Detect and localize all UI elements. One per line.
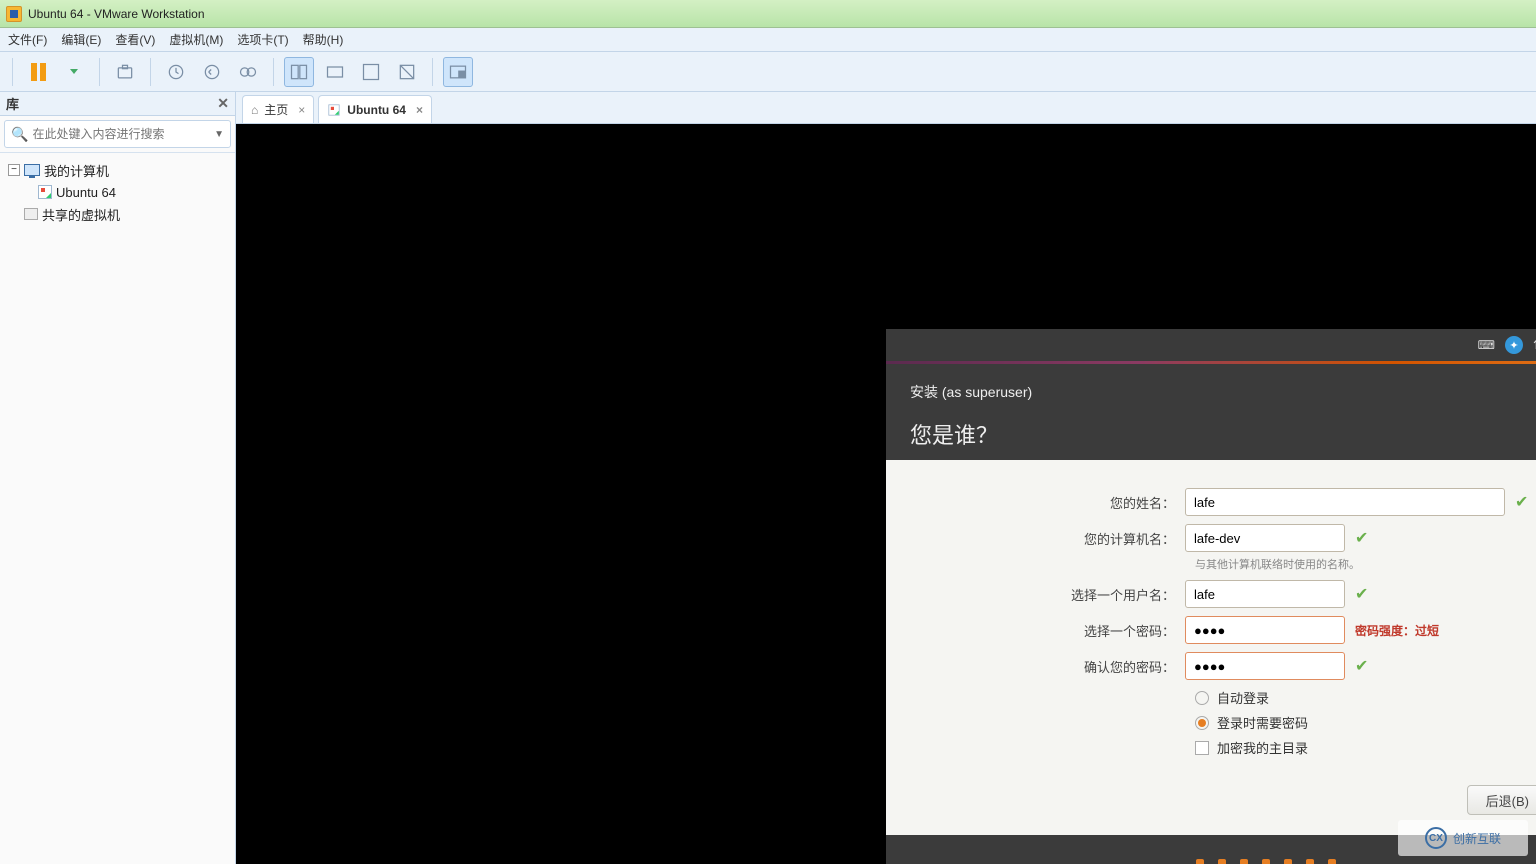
tab-home-close-icon[interactable]: × bbox=[298, 103, 305, 117]
library-search[interactable]: 🔍 ▼ bbox=[4, 120, 231, 148]
host-hint: 与其他计算机联络时使用的名称。 bbox=[1195, 556, 1536, 572]
menu-edit[interactable]: 编辑(E) bbox=[61, 31, 101, 48]
view-fullscreen-icon[interactable] bbox=[356, 57, 386, 87]
snapshot-manager-icon[interactable] bbox=[233, 57, 263, 87]
radio-require-password[interactable]: 登录时需要密码 bbox=[1195, 713, 1536, 732]
snapshot-button[interactable] bbox=[110, 57, 140, 87]
password-input[interactable] bbox=[1185, 616, 1345, 644]
tab-ubuntu-close-icon[interactable]: × bbox=[416, 103, 423, 117]
power-dropdown[interactable] bbox=[59, 57, 89, 87]
search-icon: 🔍 bbox=[11, 126, 28, 143]
view-console-icon[interactable] bbox=[284, 57, 314, 87]
password-label: 选择一个密码： bbox=[910, 621, 1185, 640]
keyboard-icon[interactable]: ⌨ bbox=[1478, 338, 1495, 352]
library-tree: − 我的计算机 Ubuntu 64 共享的虚拟机 bbox=[0, 153, 235, 231]
tree-vm-ubuntu[interactable]: Ubuntu 64 bbox=[4, 181, 231, 203]
password2-label: 确认您的密码： bbox=[910, 657, 1185, 676]
radio-require-password-label: 登录时需要密码 bbox=[1217, 713, 1308, 732]
view-unity-icon[interactable] bbox=[392, 57, 422, 87]
password2-input[interactable] bbox=[1185, 652, 1345, 680]
radio-icon[interactable] bbox=[1195, 716, 1209, 730]
tab-ubuntu-label: Ubuntu 64 bbox=[347, 103, 406, 117]
search-dropdown-icon[interactable]: ▼ bbox=[214, 129, 224, 140]
ubuntu-top-panel: ⌨ ✦ ⇅ En ⚹ 🔊 ⚙ bbox=[886, 329, 1536, 361]
user-label: 选择一个用户名： bbox=[910, 585, 1185, 604]
tree-shared[interactable]: 共享的虚拟机 bbox=[4, 203, 231, 225]
radio-auto-login[interactable]: 自动登录 bbox=[1195, 688, 1536, 707]
ubuntu-installer-window: ⌨ ✦ ⇅ En ⚹ 🔊 ⚙ 安装 (as superuser) 您是谁？ 您的… bbox=[886, 329, 1536, 864]
ubuntu-form: 您的姓名： ✔ 您的计算机名： ✔ 与其他计算机联络时使用的名称。 选择一个用户… bbox=[886, 460, 1536, 835]
home-icon: ⌂ bbox=[251, 103, 258, 117]
name-label: 您的姓名： bbox=[910, 493, 1185, 512]
vm-icon bbox=[38, 185, 52, 199]
view-single-icon[interactable] bbox=[320, 57, 350, 87]
computer-icon bbox=[24, 164, 40, 176]
menu-view[interactable]: 查看(V) bbox=[115, 31, 155, 48]
vm-area: ⌂ 主页 × Ubuntu 64 × ⌨ ✦ ⇅ En ⚹ 🔊 ⚙ bbox=[236, 92, 1536, 864]
snapshot-take-icon[interactable] bbox=[161, 57, 191, 87]
check-icon: ✔ bbox=[1355, 528, 1368, 548]
watermark-text: 创新互联 bbox=[1453, 830, 1501, 847]
ubuntu-question: 您是谁？ bbox=[910, 418, 1536, 450]
tree-label-shared: 共享的虚拟机 bbox=[42, 205, 120, 224]
view-thumbnail-icon[interactable] bbox=[443, 57, 473, 87]
ubuntu-header: 安装 (as superuser) 您是谁？ bbox=[886, 364, 1536, 460]
menu-bar: 文件(F) 编辑(E) 查看(V) 虚拟机(M) 选项卡(T) 帮助(H) bbox=[0, 28, 1536, 52]
window-title-bar: Ubuntu 64 - VMware Workstation bbox=[0, 0, 1536, 28]
snapshot-revert-icon[interactable] bbox=[197, 57, 227, 87]
menu-vm[interactable]: 虚拟机(M) bbox=[169, 31, 223, 48]
menu-tabs[interactable]: 选项卡(T) bbox=[237, 31, 288, 48]
checkbox-icon[interactable] bbox=[1195, 741, 1209, 755]
vm-icon bbox=[329, 104, 340, 115]
radio-icon[interactable] bbox=[1195, 691, 1209, 705]
check-icon: ✔ bbox=[1515, 492, 1528, 512]
vm-tabs: ⌂ 主页 × Ubuntu 64 × bbox=[236, 92, 1536, 124]
name-input[interactable] bbox=[1185, 488, 1505, 516]
library-panel: 库 ✕ 🔍 ▼ − 我的计算机 Ubuntu 64 共享的虚拟机 bbox=[0, 92, 236, 864]
watermark-logo-icon: CX bbox=[1425, 827, 1447, 849]
menu-help[interactable]: 帮助(H) bbox=[303, 31, 344, 48]
check-icon: ✔ bbox=[1355, 656, 1368, 676]
tree-my-computer[interactable]: − 我的计算机 bbox=[4, 159, 231, 181]
checkbox-encrypt-home[interactable]: 加密我的主目录 bbox=[1195, 738, 1536, 757]
library-search-input[interactable] bbox=[32, 127, 214, 141]
radio-auto-login-label: 自动登录 bbox=[1217, 688, 1269, 707]
library-close-icon[interactable]: ✕ bbox=[217, 95, 229, 112]
shared-icon bbox=[24, 208, 38, 220]
tree-toggle-icon[interactable]: − bbox=[8, 164, 20, 176]
vmware-app-icon bbox=[6, 6, 22, 22]
library-search-wrap: 🔍 ▼ bbox=[0, 116, 235, 153]
menu-file[interactable]: 文件(F) bbox=[8, 31, 47, 48]
vm-screen[interactable]: ⌨ ✦ ⇅ En ⚹ 🔊 ⚙ 安装 (as superuser) 您是谁？ 您的… bbox=[236, 124, 1536, 864]
window-title: Ubuntu 64 - VMware Workstation bbox=[28, 7, 205, 21]
tab-ubuntu[interactable]: Ubuntu 64 × bbox=[318, 95, 432, 123]
host-input[interactable] bbox=[1185, 524, 1345, 552]
tab-home[interactable]: ⌂ 主页 × bbox=[242, 95, 314, 123]
toolbar bbox=[0, 52, 1536, 92]
tree-label-vm: Ubuntu 64 bbox=[56, 185, 116, 200]
library-title: 库 bbox=[6, 94, 19, 113]
password-strength: 密码强度：过短 bbox=[1355, 622, 1439, 639]
check-icon: ✔ bbox=[1355, 584, 1368, 604]
watermark: CX 创新互联 bbox=[1398, 820, 1528, 856]
host-label: 您的计算机名： bbox=[910, 529, 1185, 548]
user-input[interactable] bbox=[1185, 580, 1345, 608]
pause-button[interactable] bbox=[23, 57, 53, 87]
ubuntu-subtitle: 安装 (as superuser) bbox=[910, 382, 1536, 402]
back-button[interactable]: 后退(B) bbox=[1467, 785, 1536, 815]
tree-label-mycomputer: 我的计算机 bbox=[44, 161, 109, 180]
checkbox-encrypt-label: 加密我的主目录 bbox=[1217, 738, 1308, 757]
accessibility-icon[interactable]: ✦ bbox=[1505, 336, 1523, 354]
library-header: 库 ✕ bbox=[0, 92, 235, 116]
tab-home-label: 主页 bbox=[264, 101, 288, 118]
